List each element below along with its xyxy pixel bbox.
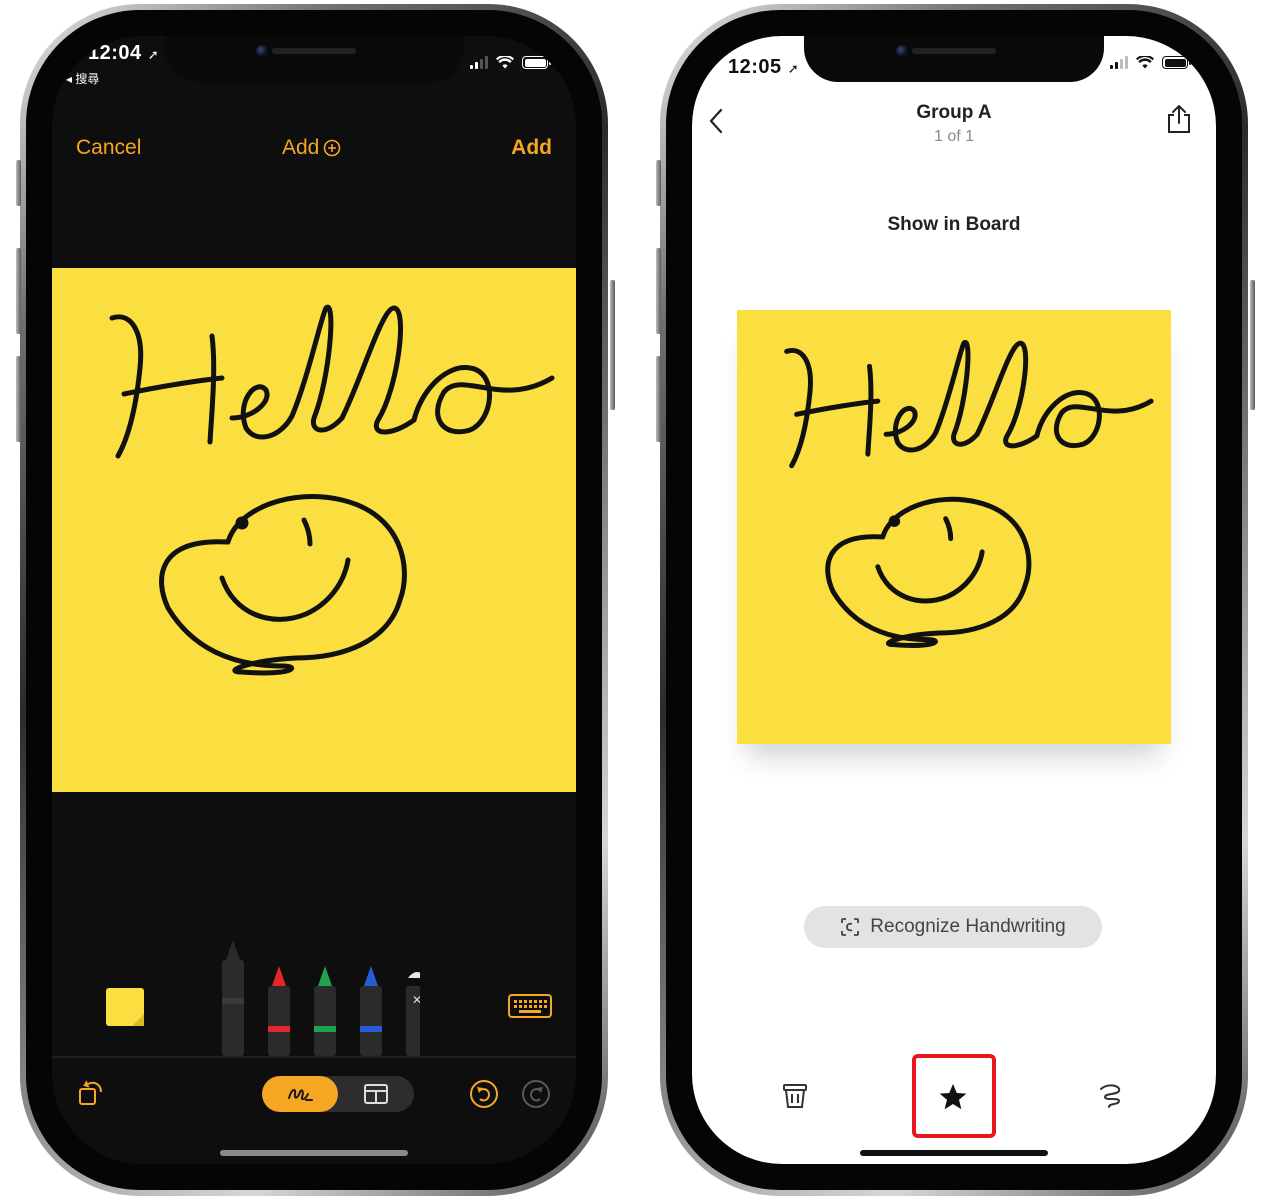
- draw-mode-segmented-control[interactable]: [262, 1076, 414, 1112]
- handwriting-drawing: [784, 340, 1154, 648]
- svg-text:✕: ✕: [412, 993, 420, 1007]
- mute-switch: [656, 160, 661, 206]
- handwriting-drawing: [109, 304, 555, 676]
- sticky-note-preview[interactable]: [737, 310, 1171, 744]
- eraser-tool[interactable]: ✕: [406, 972, 428, 1056]
- recognize-handwriting-button[interactable]: Recognize Handwriting: [804, 906, 1102, 948]
- undo-button[interactable]: [468, 1078, 500, 1110]
- status-icons: [470, 56, 551, 69]
- layout-mode-button[interactable]: [338, 1076, 414, 1112]
- share-button[interactable]: [1164, 102, 1194, 136]
- keyboard-button[interactable]: [508, 994, 552, 1018]
- volume-down-button: [16, 356, 21, 442]
- cellular-signal-icon: [1110, 56, 1128, 69]
- blue-marker-tool[interactable]: [360, 966, 382, 1056]
- plus-circle-icon: [324, 139, 341, 157]
- group-title: Group A: [916, 102, 992, 123]
- status-time-text: 12:05: [728, 56, 782, 78]
- mute-switch: [16, 160, 21, 206]
- tool-palette-svg: ✕: [222, 940, 428, 1056]
- sticky-note-canvas[interactable]: [52, 268, 576, 792]
- volume-up-button: [16, 248, 21, 334]
- cancel-button[interactable]: Cancel: [76, 136, 141, 160]
- location-arrow-icon: ➚: [787, 61, 800, 76]
- drawing-tools: ✕: [208, 938, 428, 1056]
- battery-icon: [1162, 56, 1191, 69]
- add-menu-button[interactable]: Add: [282, 136, 341, 160]
- status-time: 12:04 ➚: [88, 42, 159, 65]
- page-curl-icon: [132, 1014, 144, 1026]
- right-phone-frame: 12:05 ➚ Group A 1 of 1 Show in Board Rec…: [660, 4, 1248, 1196]
- notch: [164, 36, 464, 82]
- share-icon: [1168, 105, 1190, 133]
- home-indicator[interactable]: [220, 1150, 408, 1156]
- keyboard-icon: [508, 994, 552, 1018]
- wifi-icon: [1136, 56, 1154, 69]
- layout-icon: [364, 1084, 388, 1104]
- scribble-icon: [288, 1088, 313, 1101]
- front-camera: [896, 45, 908, 57]
- side-button: [1250, 280, 1255, 410]
- delete-button[interactable]: [780, 1080, 810, 1112]
- lasso-icon: [1100, 1084, 1121, 1108]
- redo-icon: [522, 1080, 550, 1108]
- status-time: 12:05 ➚: [728, 56, 799, 79]
- rotate-icon: [79, 1080, 102, 1105]
- highlight-box: [912, 1054, 996, 1138]
- status-time-text: 12:04: [88, 42, 142, 64]
- draw-mode-button[interactable]: [262, 1076, 338, 1112]
- left-screen: 12:04 ➚ ◂ 搜尋 Cancel Add Add ✕: [52, 36, 576, 1164]
- front-camera: [256, 45, 268, 57]
- undo-icon: [470, 1080, 498, 1108]
- lasso-button[interactable]: [1096, 1080, 1126, 1112]
- redo-button[interactable]: [520, 1078, 552, 1110]
- volume-up-button: [656, 248, 661, 334]
- trash-icon: [783, 1084, 807, 1108]
- phone-bezel: 12:04 ➚ ◂ 搜尋 Cancel Add Add ✕: [26, 10, 602, 1190]
- red-marker-tool[interactable]: [268, 966, 290, 1056]
- notch: [804, 36, 1104, 82]
- location-arrow-icon: ➚: [147, 47, 160, 62]
- rotate-button[interactable]: [74, 1076, 108, 1110]
- pen-tool[interactable]: [222, 940, 244, 1056]
- show-in-board-button[interactable]: Show in Board: [692, 214, 1216, 236]
- battery-icon: [522, 56, 551, 69]
- page-counter: 1 of 1: [933, 128, 975, 145]
- phone-bezel: 12:05 ➚ Group A 1 of 1 Show in Board Rec…: [666, 10, 1242, 1190]
- status-icons: [1110, 56, 1191, 69]
- add-menu-label: Add: [282, 136, 320, 159]
- side-button: [610, 280, 615, 410]
- toolbar-divider: [52, 1056, 576, 1058]
- add-button[interactable]: Add: [511, 136, 552, 160]
- green-marker-tool[interactable]: [314, 966, 336, 1056]
- speaker: [912, 48, 996, 54]
- speaker: [272, 48, 356, 54]
- home-indicator[interactable]: [860, 1150, 1048, 1156]
- cellular-signal-icon: [470, 56, 488, 69]
- left-phone-frame: 12:04 ➚ ◂ 搜尋 Cancel Add Add ✕: [20, 4, 608, 1196]
- volume-down-button: [656, 356, 661, 442]
- recognize-handwriting-label: Recognize Handwriting: [870, 916, 1066, 937]
- right-screen: 12:05 ➚ Group A 1 of 1 Show in Board Rec…: [692, 36, 1216, 1164]
- text-scan-icon: [841, 918, 860, 936]
- back-to-search[interactable]: ◂ 搜尋: [66, 70, 99, 87]
- note-color-swatch[interactable]: [106, 988, 144, 1026]
- wifi-icon: [496, 56, 514, 69]
